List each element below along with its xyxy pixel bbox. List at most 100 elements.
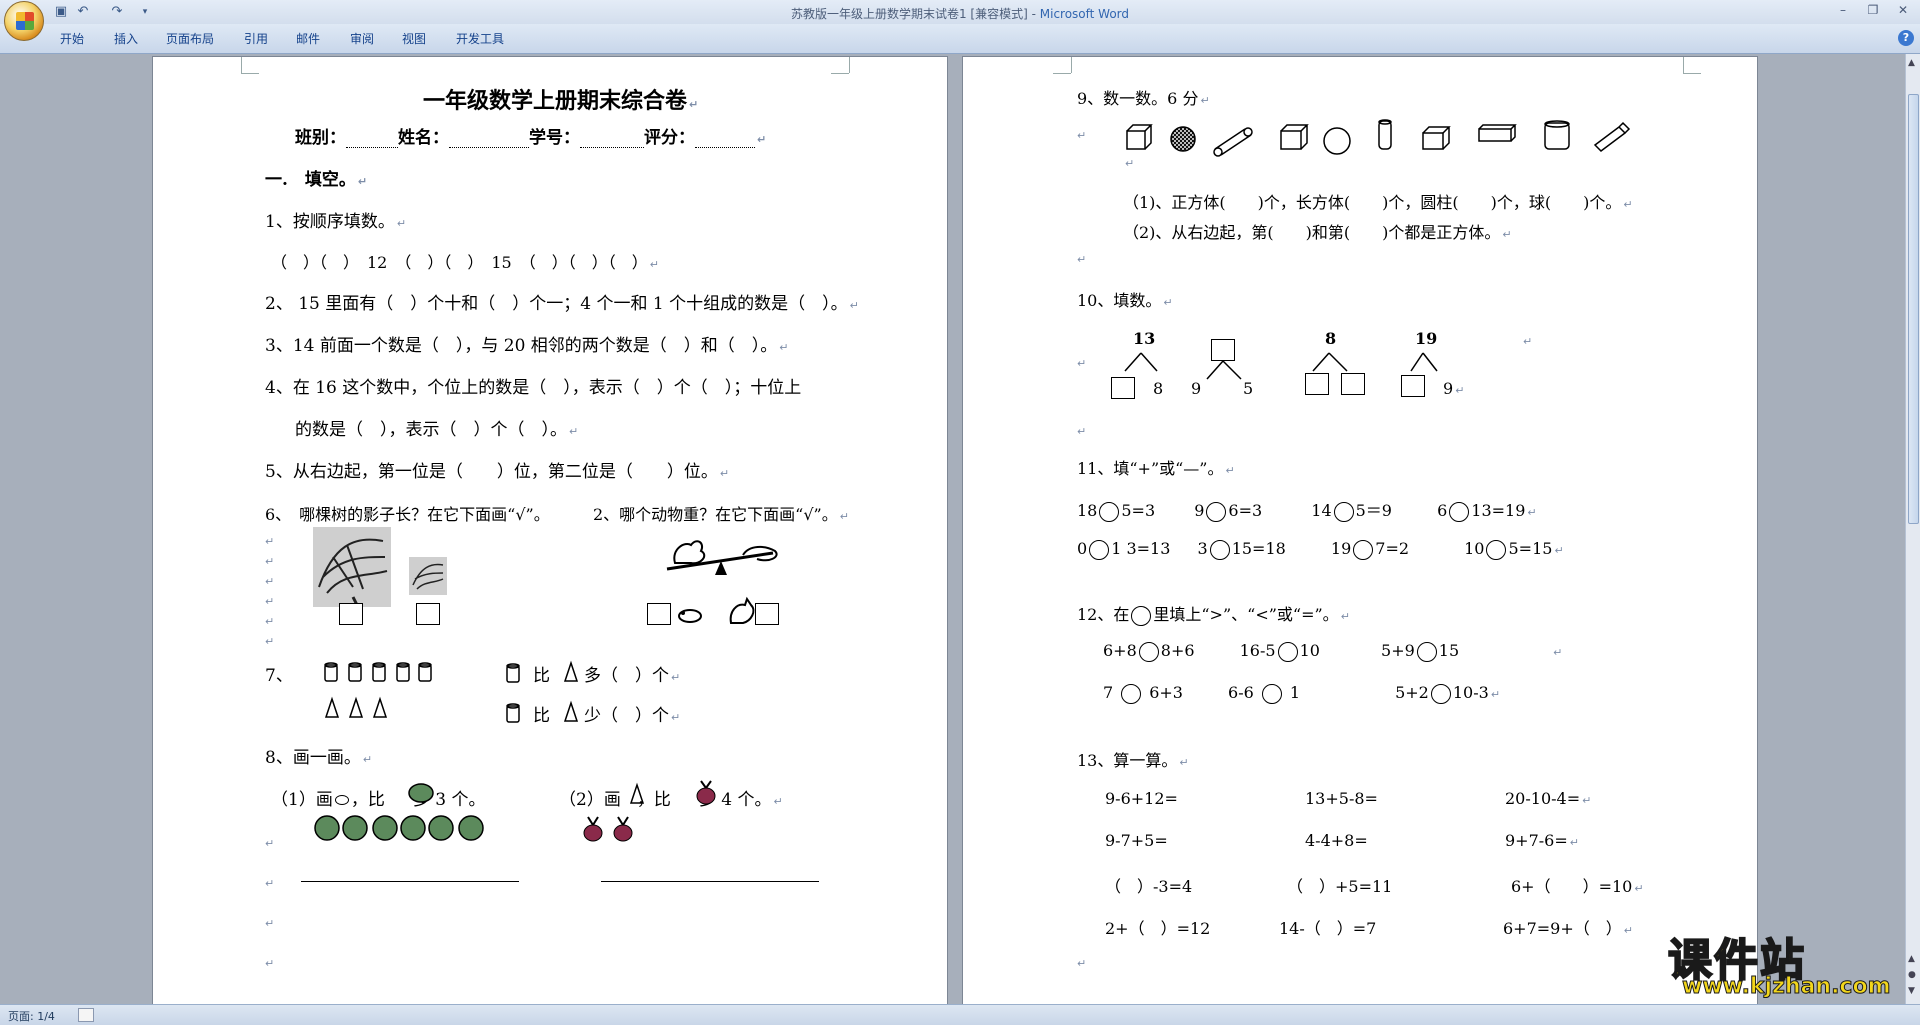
calc-cell: 9-6+12= xyxy=(1105,789,1178,808)
number-bond-1-right: 8 xyxy=(1153,379,1164,398)
calc-cell: 14-（ ）=7 xyxy=(1279,919,1377,938)
question-12-row2: 7 6+3 6-6 1 5+2 10-3 ↵ xyxy=(1103,683,1501,704)
crop-mark xyxy=(1071,57,1072,73)
answer-box[interactable] xyxy=(755,603,779,625)
compare-circle[interactable] xyxy=(1430,683,1451,704)
crop-mark xyxy=(1683,57,1684,73)
score-blank[interactable] xyxy=(695,130,755,148)
paragraph-mark: ↵ xyxy=(265,555,275,568)
scrollbar-thumb[interactable] xyxy=(1908,94,1919,524)
cylinder-icon xyxy=(506,663,520,683)
operator-circle[interactable] xyxy=(1209,539,1230,560)
question-12: 12、在 里填上“>”、“<”或“=”。 ↵ xyxy=(1077,605,1350,626)
compare-circle[interactable] xyxy=(1277,641,1298,662)
tab-insert[interactable]: 插入 xyxy=(114,30,138,47)
cones-row xyxy=(324,696,388,718)
scroll-up-icon[interactable]: ▲ xyxy=(1908,58,1915,68)
solid-shapes-row xyxy=(1126,119,1631,157)
operator-circle[interactable] xyxy=(1206,501,1227,522)
office-button[interactable] xyxy=(4,1,44,41)
proofing-icon[interactable] xyxy=(78,1008,94,1022)
operator-circle[interactable] xyxy=(1099,501,1120,522)
operator-circle[interactable] xyxy=(1353,539,1374,560)
number-bond-box[interactable] xyxy=(1341,373,1365,395)
page-count[interactable]: 页面: 1/4 xyxy=(8,1008,55,1024)
compare-circle[interactable] xyxy=(1121,683,1142,704)
paragraph-mark: ↵ xyxy=(265,957,275,970)
tab-review[interactable]: 审阅 xyxy=(350,30,374,47)
question-13: 13、算一算。 ↵ xyxy=(1077,751,1189,770)
paragraph-mark: ↵ xyxy=(1125,157,1135,170)
question-1-sequence: （ ）（ ） 12 （ ）（ ） 15 （ ）（ ）（ ） ↵ xyxy=(271,253,659,272)
crop-mark xyxy=(831,73,849,74)
compare-circle[interactable] xyxy=(1138,641,1159,662)
apples-row xyxy=(314,815,484,841)
select-browse-object-icon[interactable]: ● xyxy=(1908,970,1916,980)
question-2: 2、 15 里面有（ ）个十和（ ）个一；4 个一和 1 个十组成的数是（ ）。… xyxy=(265,294,859,314)
compare-circle[interactable] xyxy=(1261,683,1282,704)
paragraph-mark: ↵ xyxy=(265,877,275,890)
operator-circle[interactable] xyxy=(1089,539,1110,560)
paragraph-mark: ↵ xyxy=(265,595,275,608)
cylinder-icon xyxy=(506,703,520,723)
operator-circle[interactable] xyxy=(1449,501,1470,522)
compare-circle[interactable] xyxy=(1416,641,1437,662)
question-8: 8、画一画。 ↵ xyxy=(265,748,373,768)
window-title: 苏教版一年级上册数学期末试卷1 [兼容模式] - Microsoft Word xyxy=(790,7,1130,21)
small-tree-image xyxy=(409,557,447,595)
question-11-row1: 18 5=3 9 6=3 14 5＝9 6 13=19 ↵ xyxy=(1077,501,1537,522)
document-workspace: 一年级数学上册期末综合卷 ↵ 班别： 姓名： 学号： 评分： ↵ 一. 填空。 ↵ 1、按顺… xyxy=(0,54,1905,1004)
radish-icon xyxy=(696,780,716,805)
tab-developer[interactable]: 开发工具 xyxy=(456,30,504,47)
calc-cell: 13+5-8= xyxy=(1305,789,1378,808)
paragraph-mark: ↵ xyxy=(265,615,275,628)
number-bond-box[interactable] xyxy=(1305,373,1329,395)
document-page-1[interactable]: 一年级数学上册期末综合卷 ↵ 班别： 姓名： 学号： 评分： ↵ 一. 填空。 ↵ 1、按顺… xyxy=(152,56,948,1004)
question-8-part1: （1）画 ，比多 3 个。 xyxy=(271,790,486,810)
answer-box[interactable] xyxy=(647,603,671,625)
calc-cell: 4-4+8= xyxy=(1305,831,1368,850)
question-11: 11、填“+”或“—”。 ↵ xyxy=(1077,459,1235,478)
paragraph-mark: ↵ xyxy=(265,535,275,548)
drawing-line[interactable] xyxy=(301,881,519,882)
crop-mark xyxy=(241,57,242,73)
document-page-2[interactable]: 9、数一数。6 分 ↵ ↵ ↵ （1)、正方体( )个，长方体( )个，圆柱( )… xyxy=(962,56,1758,1004)
tab-page-layout[interactable]: 页面布局 xyxy=(166,30,214,47)
help-icon[interactable]: ? xyxy=(1898,30,1914,46)
operator-circle[interactable] xyxy=(1486,539,1507,560)
question-6a: 6、 哪棵树的影子长？在它下面画“√”。 xyxy=(265,505,550,524)
number-bond-box[interactable] xyxy=(1211,339,1235,361)
question-9: 9、数一数。6 分 ↵ xyxy=(1077,89,1210,108)
operator-circle[interactable] xyxy=(1333,501,1354,522)
vertical-scrollbar[interactable]: ▲ ▲ ● ▼ xyxy=(1905,54,1920,1004)
question-3: 3、14 前面一个数是（ ），与 20 相邻的两个数是（ ）和（ ）。 ↵ xyxy=(265,336,789,356)
paragraph-mark: ↵ xyxy=(1077,357,1087,370)
crop-mark xyxy=(1683,73,1701,74)
paragraph-mark: ↵ xyxy=(1077,425,1087,438)
number-bond-box[interactable] xyxy=(1401,375,1425,397)
answer-box[interactable] xyxy=(416,603,440,625)
tab-home[interactable]: 开始 xyxy=(60,30,84,47)
number-bond-box[interactable] xyxy=(1111,377,1135,399)
drawing-line[interactable] xyxy=(601,881,819,882)
question-6b: 2、哪个动物重？在它下面画“√”。 ↵ xyxy=(593,505,849,524)
ribbon-tabs: 开始 插入 页面布局 引用 邮件 审阅 视图 开发工具 ? xyxy=(0,24,1920,54)
number-bond-4-right: 9 ↵ xyxy=(1443,379,1465,398)
restore-icon[interactable]: ❐ xyxy=(1860,3,1886,17)
class-blank[interactable] xyxy=(346,130,398,148)
tab-view[interactable]: 视图 xyxy=(402,30,426,47)
status-bar: 页面: 1/4 xyxy=(0,1004,1920,1025)
number-bond-2-right: 5 xyxy=(1243,379,1254,398)
tab-mailings[interactable]: 邮件 xyxy=(296,30,320,47)
id-blank[interactable] xyxy=(580,130,644,148)
next-page-icon[interactable]: ▼ xyxy=(1908,986,1915,996)
question-7: 7、 xyxy=(265,666,293,686)
calc-cell: 9+7-6= ↵ xyxy=(1505,831,1579,850)
answer-box[interactable] xyxy=(339,603,363,625)
minimize-icon[interactable]: – xyxy=(1830,3,1856,17)
name-blank[interactable] xyxy=(449,130,529,148)
close-icon[interactable]: ✕ xyxy=(1890,3,1916,17)
paragraph-mark: ↵ xyxy=(265,635,275,648)
previous-page-icon[interactable]: ▲ xyxy=(1908,954,1915,964)
tab-references[interactable]: 引用 xyxy=(244,30,268,47)
